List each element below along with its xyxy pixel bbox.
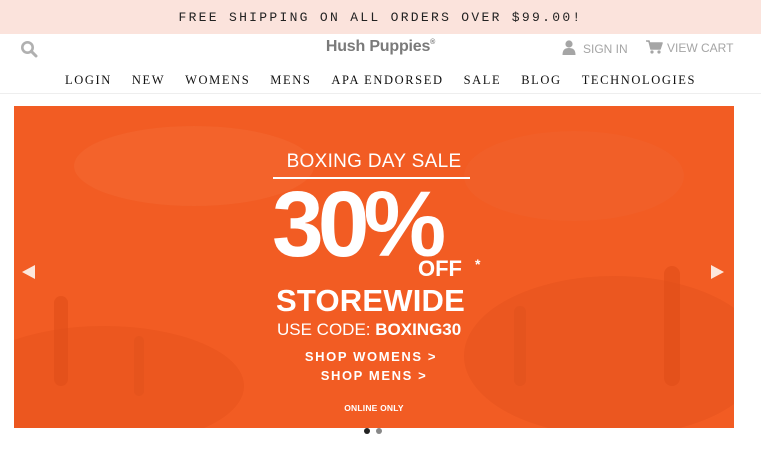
hero-storewide: STOREWIDE bbox=[276, 283, 465, 318]
nav-item-womens[interactable]: WOMENS bbox=[175, 70, 260, 90]
sign-in-label: SIGN IN bbox=[583, 41, 628, 56]
hero-promo-code: USE CODE: BOXING30 bbox=[277, 320, 461, 340]
promo-text: FREE SHIPPING ON ALL ORDERS OVER $99.00! bbox=[178, 9, 583, 25]
user-icon bbox=[562, 40, 576, 55]
hero-online-only: ONLINE ONLY bbox=[344, 403, 404, 413]
arrow-right-icon[interactable] bbox=[708, 263, 726, 281]
hero-off-label: OFF bbox=[418, 256, 462, 281]
nav-divider bbox=[0, 93, 761, 94]
nav-item-login[interactable]: LOGIN bbox=[55, 70, 122, 90]
carousel-dot-2[interactable] bbox=[376, 428, 382, 434]
carousel-dot-1[interactable] bbox=[364, 428, 370, 434]
promo-bar: FREE SHIPPING ON ALL ORDERS OVER $99.00! bbox=[0, 0, 761, 34]
nav-item-apa-endorsed[interactable]: APA ENDORSED bbox=[321, 70, 453, 90]
nav-item-new[interactable]: NEW bbox=[122, 70, 175, 90]
view-cart-label: VIEW CART bbox=[667, 41, 734, 55]
brand-registered-mark: ® bbox=[430, 39, 436, 46]
cart-icon bbox=[646, 40, 663, 54]
nav-item-sale[interactable]: SALE bbox=[454, 70, 512, 90]
carousel-dots bbox=[364, 428, 382, 434]
shop-mens-link[interactable]: SHOP MENS > bbox=[14, 368, 734, 383]
nav-item-technologies[interactable]: TECHNOLOGIES bbox=[572, 70, 706, 90]
arrow-left-icon[interactable] bbox=[20, 263, 38, 281]
hero-code-value: BOXING30 bbox=[375, 320, 462, 339]
sign-in-link[interactable]: SIGN IN bbox=[562, 40, 628, 56]
hero-title: BOXING DAY SALE bbox=[286, 151, 462, 172]
hero-banner[interactable]: BOXING DAY SALE 30% OFF * STOREWIDE USE … bbox=[14, 106, 734, 428]
view-cart-link[interactable]: VIEW CART bbox=[646, 40, 734, 55]
hero-content: BOXING DAY SALE 30% OFF * STOREWIDE USE … bbox=[14, 106, 734, 428]
nav-item-mens[interactable]: MENS bbox=[260, 70, 321, 90]
hero-discount-percent: 30% bbox=[272, 172, 446, 276]
shop-womens-link[interactable]: SHOP WOMENS > bbox=[14, 349, 731, 364]
brand-logo-text: Hush Puppies bbox=[325, 38, 431, 55]
main-nav: LOGIN NEW WOMENS MENS APA ENDORSED SALE … bbox=[0, 70, 761, 90]
nav-item-blog[interactable]: BLOG bbox=[511, 70, 571, 90]
hero-asterisk: * bbox=[475, 256, 481, 272]
hero-code-prefix: USE CODE: bbox=[277, 320, 376, 339]
